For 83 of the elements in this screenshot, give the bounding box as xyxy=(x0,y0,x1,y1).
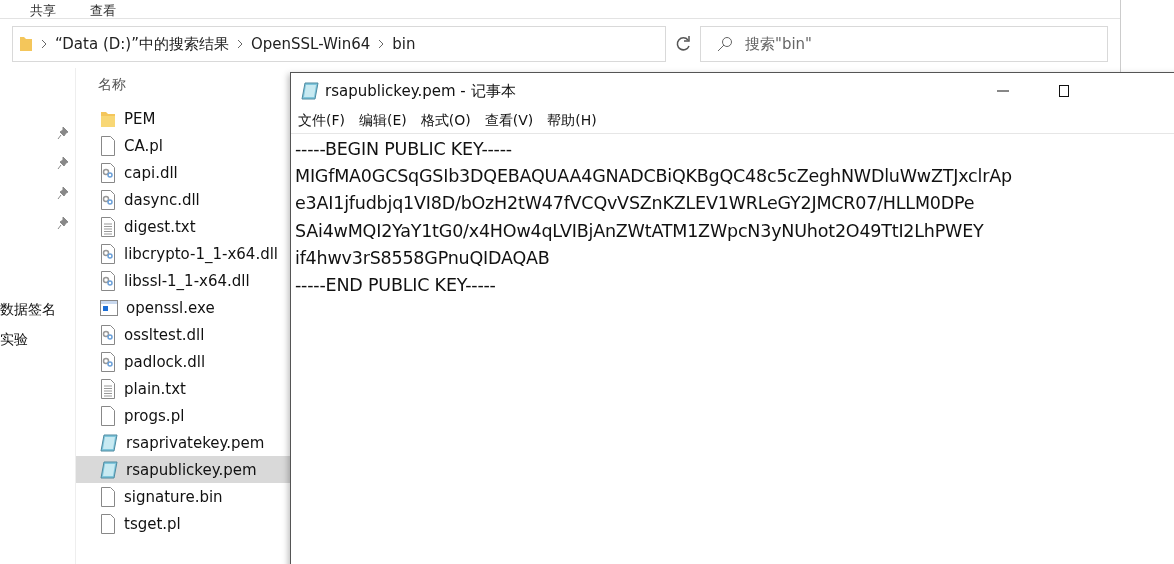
pin-icon[interactable] xyxy=(57,156,69,170)
text-line: -----BEGIN PUBLIC KEY----- xyxy=(295,138,513,161)
pin-icon[interactable] xyxy=(57,126,69,140)
refresh-icon[interactable] xyxy=(674,35,692,53)
menu-item[interactable]: 编辑(E) xyxy=(359,112,407,130)
file-row[interactable]: padlock.dll xyxy=(76,348,290,375)
gear-file-icon xyxy=(100,243,116,264)
pin-icon[interactable] xyxy=(57,186,69,200)
gear-file-icon xyxy=(100,189,116,210)
text-line: e3AI1jfudbjq1VI8D/bOzH2tW47fVCQvVSZnKZLEV1WRLeGY2JMCR07/HLLM0DPe xyxy=(295,192,976,216)
window-title: rsapublickey.pem - 记事本 xyxy=(325,81,517,101)
chevron-icon xyxy=(237,39,243,49)
file-name: ossltest.dll xyxy=(124,325,205,344)
sidebar-item[interactable]: 数据签名 xyxy=(0,294,75,324)
file-row[interactable]: libcrypto-1_1-x64.dll xyxy=(76,240,290,267)
search-icon xyxy=(717,36,733,52)
menu-item[interactable]: 查看(V) xyxy=(484,112,534,130)
file-name: dasync.dll xyxy=(124,190,200,209)
file-name: CA.pl xyxy=(124,136,163,155)
file-row[interactable]: progs.pl xyxy=(76,402,290,429)
file-name: progs.pl xyxy=(124,406,185,425)
search-placeholder: 搜索"bin" xyxy=(745,34,812,54)
notepad-icon xyxy=(100,460,118,479)
gear-file-icon xyxy=(100,324,116,345)
text-file-icon xyxy=(100,378,116,399)
address-bar[interactable]: “Data (D:)”中的搜索结果 OpenSSL-Win64 bin xyxy=(12,26,666,62)
file-name: signature.bin xyxy=(124,487,223,506)
file-row[interactable]: signature.bin xyxy=(76,483,290,510)
chevron-icon xyxy=(378,39,385,49)
file-icon xyxy=(100,486,116,507)
breadcrumb-item[interactable]: OpenSSL-Win64 xyxy=(251,35,371,53)
menu-item[interactable]: 文件(F) xyxy=(298,112,345,130)
text-line: MIGfMA0GCSqGSIb3DQEBAQUAA4GNADCBiQKBgQC48c5cZeghNWDluWwZTJxclrAp xyxy=(295,165,1013,189)
file-name: plain.txt xyxy=(124,379,186,398)
file-row[interactable]: tsget.pl xyxy=(76,510,290,537)
file-row[interactable]: plain.txt xyxy=(76,375,290,402)
notepad-icon xyxy=(301,82,319,100)
menu-item[interactable]: 帮助(H) xyxy=(547,112,597,130)
column-header[interactable]: 名称 xyxy=(76,68,290,105)
file-row[interactable]: PEM xyxy=(76,105,290,132)
file-name: tsget.pl xyxy=(124,514,181,533)
search-field[interactable]: 搜索"bin" xyxy=(700,26,1108,62)
file-row[interactable]: CA.pl xyxy=(76,132,290,159)
file-name: libcrypto-1_1-x64.dll xyxy=(124,244,278,263)
file-row[interactable]: rsapublickey.pem xyxy=(76,456,290,483)
folder-icon xyxy=(100,109,116,128)
file-row[interactable]: openssl.exe xyxy=(76,294,290,321)
file-name: digest.txt xyxy=(124,217,196,236)
ribbon-tab[interactable]: 共享 xyxy=(30,4,56,18)
file-row[interactable]: digest.txt xyxy=(76,213,290,240)
notepad-icon xyxy=(100,433,118,452)
file-name: capi.dll xyxy=(124,163,178,182)
pin-icon[interactable] xyxy=(57,216,69,230)
gear-file-icon xyxy=(100,162,116,183)
file-name: padlock.dll xyxy=(124,352,206,371)
program-icon xyxy=(100,299,118,316)
file-row[interactable]: rsaprivatekey.pem xyxy=(76,429,290,456)
breadcrumb-item[interactable]: “Data (D:)”中的搜索结果 xyxy=(55,34,229,54)
text-line: SAi4wMQI2YaY1tG0/x4HOw4qLVIBjAnZWtATM1ZWpcN3yNUhot2O49TtI2LhPWEY xyxy=(295,219,985,243)
file-name: PEM xyxy=(124,109,156,128)
ribbon-tab[interactable]: 查看 xyxy=(90,4,116,18)
file-name: rsaprivatekey.pem xyxy=(126,433,265,452)
text-file-icon xyxy=(100,216,116,237)
file-name: openssl.exe xyxy=(126,298,215,317)
file-icon xyxy=(100,513,116,534)
file-icon xyxy=(100,135,116,156)
file-name: rsapublickey.pem xyxy=(126,460,257,479)
maximize-icon[interactable] xyxy=(1059,85,1069,97)
file-row[interactable]: ossltest.dll xyxy=(76,321,290,348)
file-icon xyxy=(100,405,116,426)
text-line: -----END PUBLIC KEY----- xyxy=(295,274,497,297)
gear-file-icon xyxy=(100,351,116,372)
menu-item[interactable]: 格式(O) xyxy=(420,112,471,130)
gear-file-icon xyxy=(100,270,116,291)
sidebar-item[interactable]: 实验 xyxy=(0,324,75,354)
file-row[interactable]: capi.dll xyxy=(76,159,290,186)
file-row[interactable]: dasync.dll xyxy=(76,186,290,213)
breadcrumb-item[interactable]: bin xyxy=(392,35,416,53)
file-row[interactable]: libssl-1_1-x64.dll xyxy=(76,267,290,294)
folder-icon xyxy=(19,36,33,52)
text-line: if4hwv3rS8558GPnuQIDAQAB xyxy=(295,246,551,270)
chevron-icon xyxy=(41,39,47,49)
file-name: libssl-1_1-x64.dll xyxy=(124,271,250,290)
